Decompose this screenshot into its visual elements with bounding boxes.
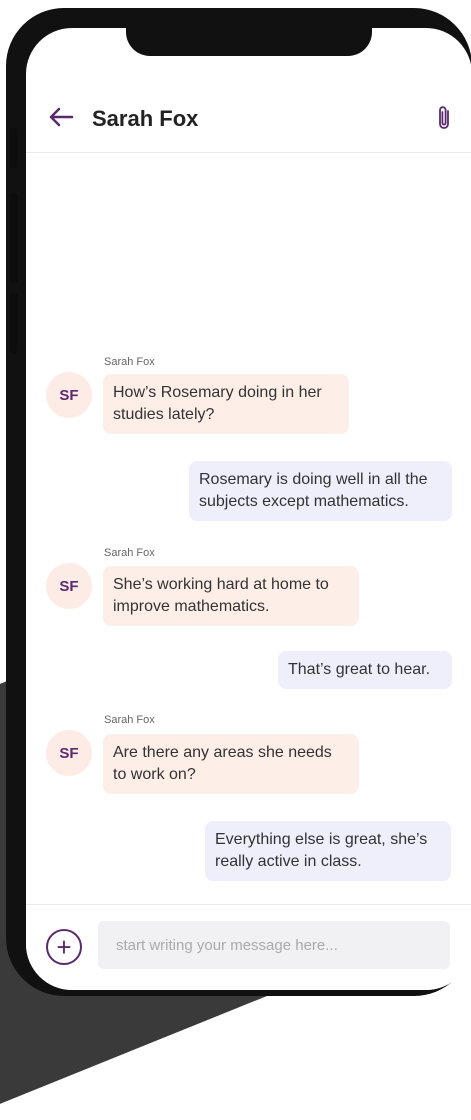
plus-circle-icon[interactable]: +: [46, 929, 82, 965]
chat-header: Sarah Fox: [26, 82, 471, 153]
volume-up-button: [10, 193, 18, 283]
avatar: SF: [46, 730, 92, 776]
message-sender: Sarah Fox: [104, 547, 155, 559]
outgoing-message: Everything else is great, she’s really a…: [205, 821, 451, 881]
side-button: [10, 128, 18, 168]
message-sender: Sarah Fox: [104, 714, 155, 726]
paperclip-icon[interactable]: [434, 104, 454, 132]
volume-down-button: [10, 293, 18, 353]
phone-frame: Sarah Fox Sarah Fox SF How’s Rosemary do…: [6, 8, 471, 996]
incoming-message: Are there any areas she needs to work on…: [103, 734, 359, 794]
notch: [126, 28, 372, 56]
composer-bar: +: [26, 904, 471, 990]
arrow-left-icon[interactable]: [46, 102, 76, 132]
screen: Sarah Fox Sarah Fox SF How’s Rosemary do…: [26, 28, 471, 990]
message-sender: Sarah Fox: [104, 356, 155, 368]
outgoing-message: Rosemary is doing well in all the subjec…: [189, 461, 452, 521]
page-title: Sarah Fox: [92, 106, 199, 131]
incoming-message: She’s working hard at home to improve ma…: [103, 566, 359, 626]
outgoing-message: That’s great to hear.: [278, 651, 452, 689]
message-list: Sarah Fox SF How’s Rosemary doing in her…: [26, 153, 471, 903]
avatar: SF: [46, 563, 92, 609]
message-input[interactable]: [98, 921, 450, 969]
avatar: SF: [46, 372, 92, 418]
incoming-message: How’s Rosemary doing in her studies late…: [103, 374, 349, 434]
